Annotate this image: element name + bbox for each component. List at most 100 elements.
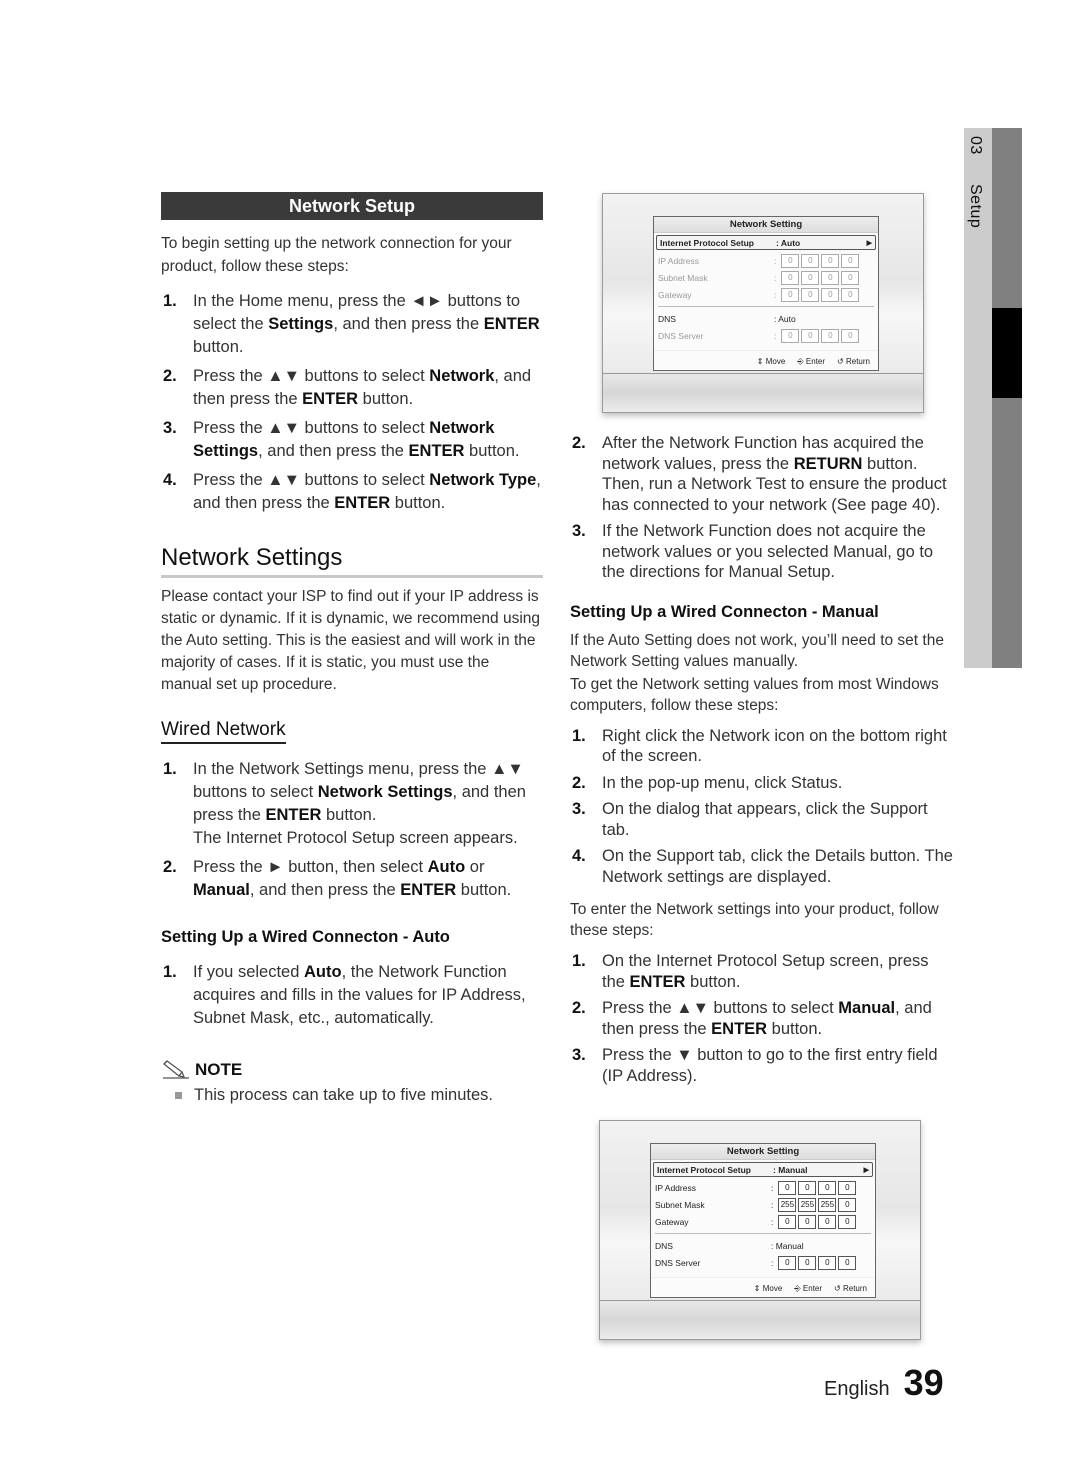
manual-setup-para-1: If the Auto Setting does not work, you’l… (570, 631, 944, 670)
step-number: 2. (572, 999, 586, 1017)
osd-address-row[interactable]: Subnet Mask:255 255 255 0 (651, 1196, 875, 1213)
step-number: 1. (163, 760, 177, 778)
step-number: 2. (163, 367, 177, 385)
osd-address-row[interactable]: Gateway:0 0 0 0 (654, 286, 878, 303)
osd-ip-setup-row[interactable]: Internet Protocol Setup : Manual ▶ (653, 1162, 873, 1177)
windows-steps: 1. Right click the Network icon on the bo… (570, 726, 955, 888)
step-number: 3. (572, 1046, 586, 1064)
emphasis: Network Type (429, 471, 537, 489)
up-down-icon: ⇕ (756, 357, 764, 366)
octet-field[interactable]: 0 (838, 1255, 857, 1270)
octet-field[interactable]: 0 (781, 287, 800, 302)
octet-field[interactable]: 255 (778, 1197, 797, 1212)
octet-field[interactable]: 0 (778, 1214, 797, 1229)
octet-field[interactable]: 0 (841, 253, 860, 268)
octet-field[interactable]: 0 (821, 270, 840, 285)
octet-field[interactable]: 0 (801, 253, 820, 268)
pencil-note-icon (163, 1060, 189, 1079)
note-text: This process can take up to five minutes… (194, 1086, 493, 1104)
network-settings-paragraph: Please contact your ISP to find out if y… (161, 588, 541, 693)
osd-dns-row[interactable]: DNS : Manual (651, 1237, 875, 1254)
octet-field[interactable]: 0 (801, 270, 820, 285)
step-item: 2. Press the ▲▼ buttons to select Manual,… (572, 999, 932, 1038)
step-item: 2. Press the ▲▼ buttons to select Network… (163, 367, 532, 408)
octet-field[interactable]: 0 (778, 1180, 797, 1195)
osd-footer: ⇕ Move ⎆ Enter ↺ Return (654, 350, 878, 370)
tv-screen-auto: Network Setting Internet Protocol Setup … (602, 193, 924, 413)
osd-address-row[interactable]: IP Address:0 0 0 0 (651, 1179, 875, 1196)
osd-ip-setup-row[interactable]: Internet Protocol Setup : Auto ▶ (656, 235, 876, 250)
side-tab-marker (992, 308, 1022, 398)
osd-row-values: :0000 (771, 1214, 871, 1229)
octet-field[interactable]: 0 (818, 1255, 837, 1270)
step-item: 4. Press the ▲▼ buttons to select Network… (163, 471, 541, 512)
osd-row-values: :0000 (774, 253, 874, 268)
return-label: Return (842, 1284, 867, 1293)
side-tab-bar (992, 128, 1022, 668)
step-number: 4. (572, 847, 586, 865)
osd-move-hint: ⇕ Move (757, 357, 786, 367)
octet-field[interactable]: 0 (818, 1214, 837, 1229)
octet-field[interactable]: 0 (821, 328, 840, 343)
osd-divider (655, 1233, 871, 1234)
octet-field[interactable]: 0 (838, 1180, 857, 1195)
octet-field[interactable]: 0 (838, 1214, 857, 1229)
step-item: 3. Press the ▼ button to go to the first … (572, 1046, 938, 1085)
step-item: 3. Press the ▲▼ buttons to select Network… (163, 419, 520, 460)
octet-field[interactable]: 0 (781, 253, 800, 268)
manual-setup-para-3: To enter the Network settings into your … (570, 901, 939, 939)
emphasis: ENTER (629, 972, 686, 991)
step-item: 1. Right click the Network icon on the bo… (572, 726, 947, 766)
right-arrow-icon: ▶ (863, 1166, 869, 1174)
osd-network-setting-manual: Network Setting Internet Protocol Setup … (650, 1143, 876, 1298)
osd-address-row[interactable]: IP Address:0 0 0 0 (654, 252, 878, 269)
step-number: 2. (572, 773, 586, 792)
osd-dns-label: DNS (658, 313, 676, 324)
octet-field[interactable]: 0 (781, 328, 800, 343)
square-bullet-icon (175, 1092, 182, 1099)
osd-enter-hint: ⎆ Enter (797, 357, 825, 367)
step-number: 1. (572, 952, 586, 970)
octet-field[interactable]: 0 (821, 287, 840, 302)
emphasis: Settings (268, 315, 334, 333)
octet-field[interactable]: 0 (778, 1255, 797, 1270)
tv-screen-manual: Network Setting Internet Protocol Setup … (599, 1120, 921, 1340)
octet-field[interactable]: 0 (818, 1180, 837, 1195)
return-icon: ↺ (837, 357, 844, 366)
move-label: Move (762, 1284, 783, 1293)
manual-setup-para-2: To get the Network setting values from m… (570, 675, 939, 714)
return-icon: ↺ (834, 1284, 841, 1293)
osd-dns-row[interactable]: DNS : Auto (654, 310, 878, 327)
emphasis: RETURN (793, 454, 863, 473)
octet-field[interactable]: 255 (798, 1197, 817, 1212)
osd-ip-setup-value: : Manual (773, 1164, 808, 1175)
octet-field[interactable]: 0 (841, 328, 860, 343)
osd-return-hint: ↺ Return (837, 357, 870, 367)
step-number: 1. (572, 726, 586, 745)
emphasis: Auto (427, 858, 466, 876)
octet-field[interactable]: 0 (801, 287, 820, 302)
octet-field[interactable]: 0 (841, 270, 860, 285)
octet-field[interactable]: 0 (798, 1180, 817, 1195)
octet-field[interactable]: 0 (798, 1255, 817, 1270)
octet-field[interactable]: 0 (801, 328, 820, 343)
osd-return-hint: ↺ Return (834, 1284, 867, 1294)
octet-field[interactable]: 0 (841, 287, 860, 302)
osd-ip-setup-value: : Auto (776, 237, 801, 248)
step-number: 1. (163, 292, 177, 310)
osd-address-rows: IP Address:0 0 0 0 Subnet Mask:255 255 255 0 Gat… (651, 1179, 875, 1230)
octet-field[interactable]: 0 (781, 270, 800, 285)
osd-dns-value: : Auto (774, 313, 796, 324)
osd-row-label: Gateway (658, 289, 692, 300)
osd-dns-server-row[interactable]: DNS Server :0000 (654, 327, 878, 344)
osd-address-row[interactable]: Subnet Mask:0 0 0 0 (654, 269, 878, 286)
octet-field[interactable]: 0 (798, 1214, 817, 1229)
step-item: 1. On the Internet Protocol Setup screen,… (572, 952, 929, 991)
chapter-title: Setup (967, 183, 984, 229)
tv-screen-base (600, 1300, 920, 1339)
octet-field[interactable]: 0 (838, 1197, 857, 1212)
octet-field[interactable]: 0 (821, 253, 840, 268)
octet-field[interactable]: 255 (818, 1197, 837, 1212)
osd-address-row[interactable]: Gateway:0 0 0 0 (651, 1213, 875, 1230)
osd-dns-server-row[interactable]: DNS Server :0000 (651, 1254, 875, 1271)
